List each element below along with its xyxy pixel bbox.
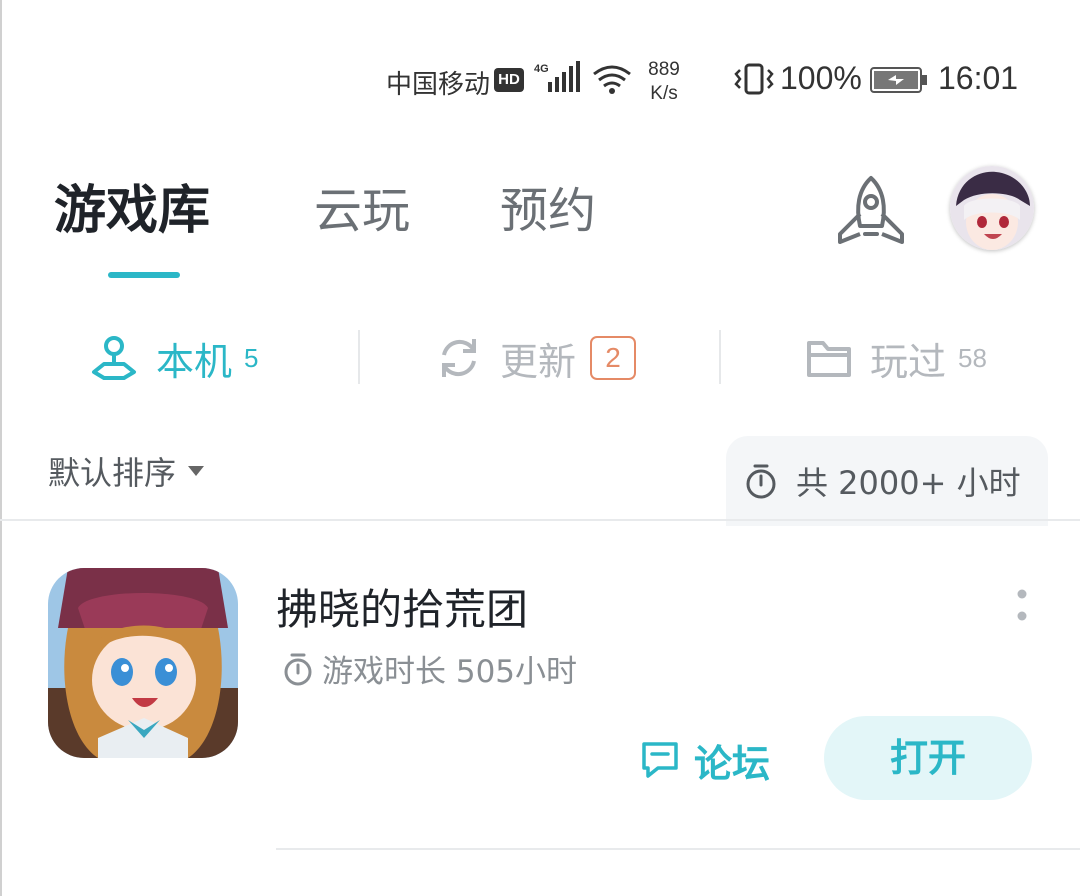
total-playtime-label: 共 2000+ 小时 [796, 464, 1021, 502]
more-options-icon[interactable] [1012, 586, 1032, 626]
wifi-icon [593, 65, 631, 94]
game-title[interactable]: 拂晓的拾荒团 [276, 576, 528, 637]
signal-icon: 4G [534, 61, 580, 92]
hd-badge: HD [494, 68, 524, 92]
subtab-update[interactable]: 更新 2 [436, 328, 637, 388]
battery-charging-icon [870, 67, 927, 93]
section-divider [0, 519, 1080, 521]
subtab-local-label: 本机 [156, 339, 233, 384]
timer-icon [284, 653, 312, 685]
game-playtime: 游戏时长 505小时 [282, 646, 577, 691]
status-bar: 中国移动 HD 4G 889 K/s 100% 16:01 [0, 0, 1080, 160]
subtab-played-label: 玩过 [870, 339, 947, 384]
update-count-badge: 2 [590, 336, 637, 380]
avatar-image [950, 166, 1034, 250]
timer-icon [746, 464, 776, 499]
game-playtime-label: 游戏时长 505小时 [322, 654, 578, 690]
total-playtime-chip: 共 2000+ 小时 [726, 436, 1048, 526]
subtab-local-count: 5 [244, 342, 259, 373]
subtab-divider [358, 330, 360, 384]
subtab-played-count: 58 [958, 342, 987, 373]
game-artwork [48, 568, 238, 758]
refresh-icon [442, 339, 476, 377]
clock: 16:01 [938, 60, 1019, 96]
tab-game-library[interactable]: 游戏库 [54, 176, 210, 246]
network-type: 4G [534, 63, 549, 75]
subtab-update-label: 更新 [500, 339, 577, 384]
speed-unit: K/s [650, 83, 678, 104]
forum-button[interactable]: 论坛 [640, 730, 770, 790]
subtab-divider [719, 330, 721, 384]
caret-down-icon [188, 466, 205, 476]
open-game-button[interactable]: 打开 [824, 716, 1032, 800]
network-speed: 889 K/s [642, 58, 686, 106]
subtab-local[interactable]: 本机 5 [90, 328, 258, 388]
tab-reservations[interactable]: 预约 [500, 176, 596, 246]
carrier-name: 中国移动 [386, 70, 491, 100]
rocket-icon[interactable] [832, 174, 910, 248]
tab-cloud-play[interactable]: 云玩 [314, 176, 410, 246]
list-item-divider [276, 848, 1080, 850]
active-tab-indicator [108, 272, 180, 278]
game-cover-icon[interactable] [48, 568, 238, 758]
sort-dropdown[interactable]: 默认排序 [48, 448, 205, 494]
battery-percent: 100% [780, 60, 862, 96]
folder-icon [807, 341, 851, 377]
chat-bubble-icon [642, 742, 678, 778]
speed-value: 889 [648, 59, 680, 80]
subtab-played[interactable]: 玩过 58 [806, 328, 987, 388]
local-device-icon [92, 336, 136, 380]
avatar[interactable] [950, 166, 1034, 250]
forum-button-label: 论坛 [694, 741, 771, 786]
sort-label: 默认排序 [48, 454, 177, 492]
vibrate-icon [734, 63, 774, 95]
